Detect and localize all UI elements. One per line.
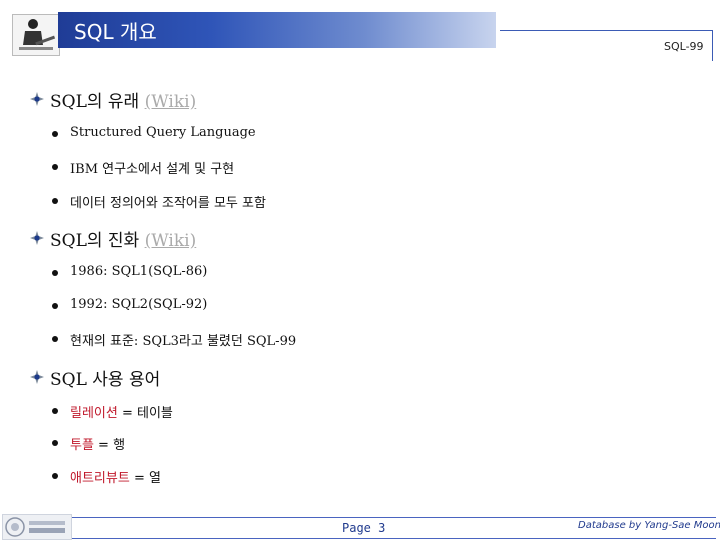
heading-text: SQL의 유래 xyxy=(50,92,140,112)
bullet-dot xyxy=(52,270,58,276)
wiki-link[interactable]: (Wiki) xyxy=(145,92,197,112)
heading-text: SQL의 진화 xyxy=(50,231,140,251)
bullet-dot xyxy=(52,198,58,204)
presenter-icon xyxy=(12,14,60,56)
bullet-dot xyxy=(52,440,58,446)
term-definition: = 테이블 xyxy=(117,406,173,421)
footer-credit: Database by Yang-Sae Moon xyxy=(578,520,720,531)
bullet-dot xyxy=(52,303,58,309)
star-bullet-icon xyxy=(30,231,44,245)
header-right-label: SQL-99 xyxy=(664,40,704,53)
heading-text: SQL 사용 용어 xyxy=(50,370,161,390)
university-logo xyxy=(2,514,72,540)
term-name: 릴레이션 xyxy=(70,406,118,421)
term-name: 투플 xyxy=(70,438,94,453)
term-definition: = 열 xyxy=(129,471,161,486)
bullet-dot xyxy=(52,473,58,479)
bullet-dot xyxy=(52,131,58,137)
page-number: Page 3 xyxy=(342,521,386,535)
star-bullet-icon xyxy=(30,92,44,106)
bullet-dot xyxy=(52,164,58,170)
wiki-link[interactable]: (Wiki) xyxy=(145,231,197,251)
term-name: 애트리뷰트 xyxy=(70,471,130,486)
slide-title: SQL 개요 xyxy=(74,20,157,44)
bullet-dot xyxy=(52,336,58,342)
star-bullet-icon xyxy=(30,370,44,384)
bullet-dot xyxy=(52,408,58,414)
term-definition: = 행 xyxy=(93,438,126,453)
